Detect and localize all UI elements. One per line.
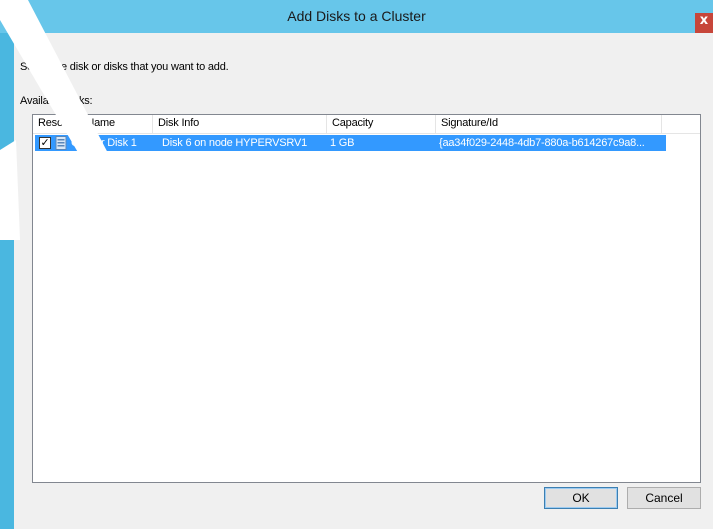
instruction-text: Select the disk or disks that you want t… <box>20 61 229 73</box>
available-disks-list[interactable]: Resource Name Disk Info Capacity Signatu… <box>32 114 701 483</box>
column-header-signature[interactable]: Signature/Id <box>436 115 662 133</box>
column-header-disk-info[interactable]: Disk Info <box>153 115 327 133</box>
title-bar[interactable]: Add Disks to a Cluster x <box>0 0 713 33</box>
checkbox-checked-icon: ✓ <box>40 137 50 149</box>
row-checkbox[interactable]: ✓ <box>39 137 51 149</box>
dialog-body: Select the disk or disks that you want t… <box>14 33 713 529</box>
cell-resource-name: Cluster Disk 1 <box>71 137 137 149</box>
ok-button[interactable]: OK <box>544 487 618 509</box>
dialog-window: Add Disks to a Cluster x Select the disk… <box>0 0 713 529</box>
cell-signature: {aa34f029-2448-4db7-880a-b614267c9a8... <box>439 137 645 149</box>
close-button[interactable]: x <box>695 13 713 33</box>
cell-capacity: 1 GB <box>330 137 355 149</box>
table-row[interactable]: ✓ Cluster Disk 1 Disk 6 on node HYPERVSR… <box>35 135 666 151</box>
column-header-capacity[interactable]: Capacity <box>327 115 436 133</box>
close-icon: x <box>699 13 709 28</box>
available-disks-label: Available disks: <box>20 95 93 107</box>
disk-icon <box>55 136 67 150</box>
list-header: Resource Name Disk Info Capacity Signatu… <box>33 115 700 134</box>
cancel-button[interactable]: Cancel <box>627 487 701 509</box>
column-header-resource-name[interactable]: Resource Name <box>33 115 153 133</box>
dialog-title: Add Disks to a Cluster <box>287 8 426 24</box>
cell-disk-info: Disk 6 on node HYPERVSRV1 <box>162 137 308 149</box>
